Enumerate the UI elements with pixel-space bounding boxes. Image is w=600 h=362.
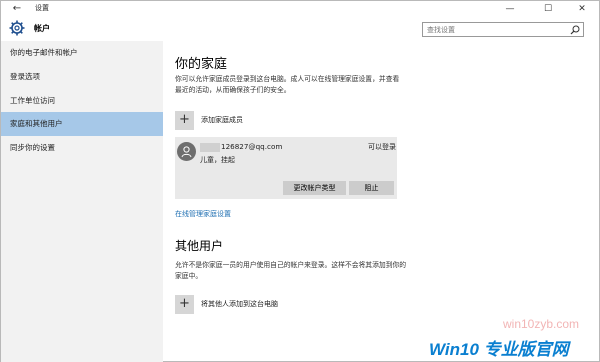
- maximize-button[interactable]: ☐: [533, 1, 563, 17]
- sidebar-item-family-other-users[interactable]: 家庭和其他用户: [1, 112, 163, 136]
- family-heading: 你的家庭: [175, 57, 228, 72]
- app-title: 设置: [35, 4, 49, 12]
- add-other-user-button[interactable]: 将其他人添加到这台电脑: [201, 299, 278, 309]
- person-icon: [181, 146, 192, 158]
- gear-icon: [9, 20, 25, 36]
- search-box[interactable]: [422, 22, 584, 37]
- settings-window: ← 设置 — ☐ ✕ 帐户 查找设置 你的电子邮件和帐户 登录选项 工作单位访问…: [0, 0, 600, 362]
- avatar: [177, 142, 196, 161]
- sidebar: 你的电子邮件和帐户 登录选项 工作单位访问 家庭和其他用户 同步你的设置: [1, 41, 163, 362]
- manage-family-online-link[interactable]: 在线管理家庭设置: [175, 209, 231, 219]
- sidebar-item-work-access[interactable]: 工作单位访问: [1, 89, 163, 113]
- search-input[interactable]: [427, 24, 563, 35]
- add-family-member-button[interactable]: 添加家庭成员: [201, 115, 243, 125]
- sidebar-item-email-accounts[interactable]: 你的电子邮件和帐户: [1, 41, 163, 65]
- other-users-heading: 其他用户: [175, 239, 224, 253]
- family-description: 你可以允许家庭成员登录到这台电脑。成人可以在线管理家庭设置，并查看最近的活动，从…: [175, 75, 400, 94]
- header: 帐户: [1, 17, 599, 41]
- block-button[interactable]: 阻止: [349, 181, 394, 195]
- member-email: 126827@qq.com: [200, 142, 282, 152]
- main-content: 你的家庭 你可以允许家庭成员登录到这台电脑。成人可以在线管理家庭设置，并查看最近…: [163, 41, 599, 362]
- member-role: 儿童，挂起: [200, 156, 235, 164]
- sidebar-item-sign-in-options[interactable]: 登录选项: [1, 65, 163, 89]
- back-arrow-icon[interactable]: ←: [9, 3, 25, 15]
- add-family-member-plus-icon[interactable]: +: [175, 111, 194, 130]
- member-status: 可以登录: [368, 143, 396, 151]
- search-icon[interactable]: [570, 25, 580, 35]
- other-users-description: 允许不是你家庭一员的用户使用自己的帐户来登录。这样不会将其添加到你的家庭中。: [175, 261, 407, 280]
- minimize-button[interactable]: —: [495, 1, 525, 17]
- change-account-type-button[interactable]: 更改帐户类型: [283, 181, 346, 195]
- watermark-url: win10zyb.com: [503, 317, 580, 331]
- watermark-logo: Win10 专业版官网: [429, 340, 569, 359]
- sidebar-item-sync-settings[interactable]: 同步你的设置: [1, 136, 163, 160]
- page-title: 帐户: [34, 24, 50, 33]
- title-bar: ← 设置 — ☐ ✕: [1, 1, 599, 17]
- add-other-user-plus-icon[interactable]: +: [175, 295, 194, 314]
- redacted-block: [200, 142, 220, 152]
- close-button[interactable]: ✕: [567, 1, 597, 17]
- family-member-card[interactable]: 126827@qq.com 可以登录 儿童，挂起 更改帐户类型 阻止: [175, 137, 397, 199]
